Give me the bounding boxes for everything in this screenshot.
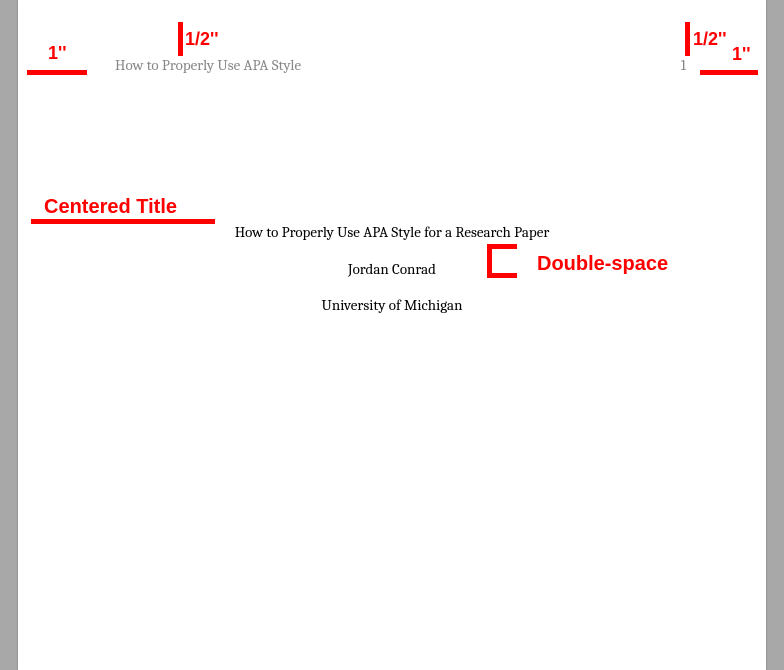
annotation-margin-left-line bbox=[27, 70, 87, 75]
annotation-centered-title-label: Centered Title bbox=[44, 196, 177, 219]
annotation-margin-left-label: 1'' bbox=[48, 43, 67, 64]
page-number: 1 bbox=[681, 56, 686, 74]
annotation-margin-top-right-line bbox=[685, 22, 690, 56]
document-page: How to Properly Use APA Style 1 How to P… bbox=[18, 0, 766, 670]
annotation-margin-right-label: 1'' bbox=[732, 44, 751, 65]
annotation-double-space-label: Double-space bbox=[537, 253, 668, 276]
annotation-centered-title-line bbox=[31, 219, 215, 224]
annotation-margin-top-right-label: 1/2'' bbox=[693, 29, 727, 50]
annotation-margin-top-left-line bbox=[178, 22, 183, 56]
affiliation: University of Michigan bbox=[18, 296, 766, 314]
paper-title: How to Properly Use APA Style for a Rese… bbox=[18, 223, 766, 241]
running-head: How to Properly Use APA Style bbox=[115, 56, 301, 74]
annotation-double-space-bracket-bottom bbox=[487, 273, 517, 278]
annotation-margin-right-line bbox=[700, 70, 758, 75]
annotation-margin-top-left-label: 1/2'' bbox=[185, 29, 219, 50]
annotation-double-space-bracket-top bbox=[487, 244, 517, 249]
